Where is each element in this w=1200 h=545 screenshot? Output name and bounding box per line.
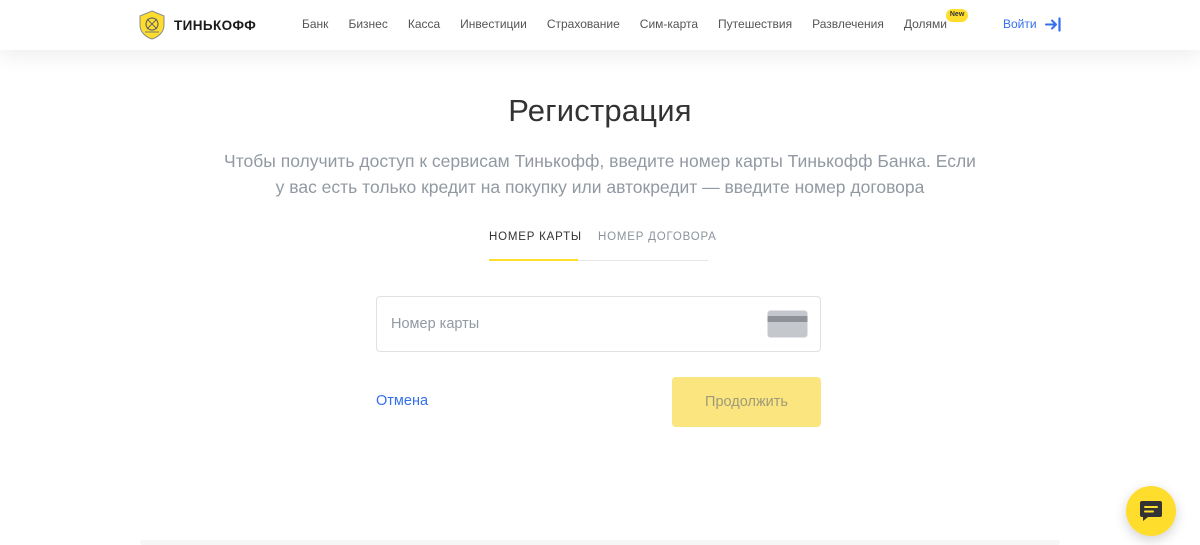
nav-item-insurance[interactable]: Страхование <box>547 16 620 32</box>
top-header: ТИНЬКОФФ Банк Бизнес Касса Инвестиции Ст… <box>0 0 1200 50</box>
tinkoff-emblem-icon <box>139 10 165 40</box>
login-arrow-icon <box>1044 16 1061 32</box>
nav-item-sim-card[interactable]: Сим-карта <box>640 16 698 32</box>
nav-item-travel[interactable]: Путешествия <box>718 16 792 32</box>
page-title: Регистрация <box>508 93 692 128</box>
chat-button[interactable] <box>1126 486 1176 536</box>
chat-icon <box>1140 501 1162 521</box>
new-badge: New <box>945 9 969 22</box>
subtitle-line-2: у вас есть только кредит на покупку или … <box>275 177 925 197</box>
tab-card-number[interactable]: Номер карты <box>489 228 581 261</box>
nav-item-business[interactable]: Бизнес <box>348 16 387 32</box>
nav-item-bank[interactable]: Банк <box>302 16 328 32</box>
nav-item-dolyami-label: Долями <box>903 17 947 31</box>
subtitle-line-1: Чтобы получить доступ к сервисам Тинькоф… <box>224 151 976 171</box>
main-nav: Банк Бизнес Касса Инвестиции Страхование… <box>302 9 969 32</box>
nav-item-entertainment[interactable]: Развлечения <box>812 16 884 32</box>
card-number-input[interactable] <box>391 297 761 351</box>
registration-tabs: Номер карты Номер договора <box>489 228 716 261</box>
footer-divider <box>140 540 1060 545</box>
continue-button[interactable]: Продолжить <box>672 377 821 427</box>
tab-contract-number[interactable]: Номер договора <box>598 228 717 261</box>
nav-item-investments[interactable]: Инвестиции <box>460 16 527 32</box>
credit-card-icon <box>767 310 808 338</box>
page-subtitle: Чтобы получить доступ к сервисам Тинькоф… <box>190 148 1010 200</box>
cancel-link[interactable]: Отмена <box>376 391 428 411</box>
card-number-field[interactable] <box>376 296 821 352</box>
nav-item-kassa[interactable]: Касса <box>408 16 440 32</box>
logo[interactable]: ТИНЬКОФФ <box>137 10 256 40</box>
login-button[interactable]: Войти <box>1003 15 1062 33</box>
logo-text: ТИНЬКОФФ <box>174 17 257 33</box>
login-label: Войти <box>1003 17 1037 31</box>
nav-item-dolyami[interactable]: Долями New <box>903 9 969 32</box>
